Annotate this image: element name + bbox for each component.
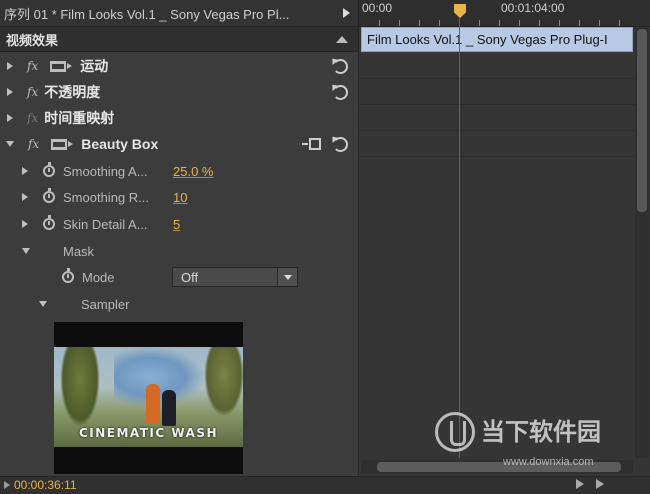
thumbnail-figure xyxy=(146,384,160,424)
sampler-label: Sampler xyxy=(81,296,130,312)
collapse-up-icon[interactable] xyxy=(336,35,348,43)
ruler-label: 00:00 xyxy=(362,1,393,15)
thumbnail-figure xyxy=(162,390,176,426)
time-ruler[interactable]: 00:00 00:01:04:00 xyxy=(359,0,650,27)
effect-controls-panel: 序列 01 * Film Looks Vol.1 _ Sony Vegas Pr… xyxy=(0,0,358,494)
collapse-triangle-icon[interactable] xyxy=(6,141,14,147)
watermark-url: www.downxia.com xyxy=(503,456,594,468)
param-value[interactable]: 10 xyxy=(173,190,187,205)
sampler-group-row[interactable]: Sampler xyxy=(0,291,358,317)
sequence-tab-header[interactable]: 序列 01 * Film Looks Vol.1 _ Sony Vegas Pr… xyxy=(0,0,358,27)
vertical-scrollbar-thumb[interactable] xyxy=(637,29,647,212)
timeline-panel: 00:00 00:01:04:00 Film Looks Vol.1 _ Son… xyxy=(358,0,650,476)
mask-group-row[interactable]: Mask xyxy=(0,238,358,264)
video-effects-header[interactable]: 视频效果 xyxy=(0,27,358,52)
playhead-line[interactable] xyxy=(459,18,460,458)
ruler-label: 00:01:04:00 xyxy=(501,1,565,15)
play-arrow-icon[interactable] xyxy=(343,8,350,18)
expand-triangle-icon[interactable] xyxy=(22,220,28,228)
thumbnail-tree xyxy=(60,347,100,427)
stopwatch-icon[interactable] xyxy=(62,268,74,283)
effect-row-opacity[interactable]: fx 不透明度 xyxy=(0,79,358,105)
param-row-smoothing-radius[interactable]: Smoothing R... 10 xyxy=(0,184,358,210)
film-effect-icon xyxy=(51,138,74,150)
collapse-triangle-icon[interactable] xyxy=(22,248,30,254)
expand-triangle-icon[interactable] xyxy=(7,62,13,70)
play-small-icon[interactable] xyxy=(4,481,10,489)
expand-triangle-icon[interactable] xyxy=(22,167,28,175)
param-label: Skin Detail A... xyxy=(63,216,148,232)
thumbnail-tree xyxy=(204,347,243,417)
effect-name: 运动 xyxy=(80,58,109,74)
effect-name: 不透明度 xyxy=(44,84,101,100)
sampler-thumbnail[interactable]: CINEMATIC WASH xyxy=(54,322,243,474)
expand-triangle-icon[interactable] xyxy=(7,88,13,96)
mode-label: Mode xyxy=(82,269,115,285)
stopwatch-icon[interactable] xyxy=(43,162,55,177)
reset-icon[interactable] xyxy=(333,59,348,74)
stopwatch-icon[interactable] xyxy=(43,215,55,230)
stopwatch-icon[interactable] xyxy=(43,188,55,203)
mode-dropdown[interactable]: Off xyxy=(172,267,298,287)
keyframe-panel-icon[interactable] xyxy=(302,138,322,150)
step-forward-icon[interactable] xyxy=(596,479,604,489)
watermark: 当下软件园 www.downxia.com xyxy=(435,412,601,468)
thumbnail-caption: CINEMATIC WASH xyxy=(78,426,219,440)
expand-triangle-icon[interactable] xyxy=(22,193,28,201)
effect-name: Beauty Box xyxy=(81,136,159,152)
fx-badge-icon[interactable]: fx xyxy=(27,85,38,99)
param-label: Smoothing R... xyxy=(63,189,149,205)
sequence-title: 序列 01 * Film Looks Vol.1 _ Sony Vegas Pr… xyxy=(4,6,290,22)
param-value[interactable]: 5 xyxy=(173,217,180,232)
playhead-handle[interactable] xyxy=(454,4,466,18)
current-timecode[interactable]: 00:00:36:11 xyxy=(14,478,77,492)
effect-row-beauty-box[interactable]: fx Beauty Box xyxy=(0,131,358,157)
effect-row-time-remap[interactable]: fx 时间重映射 xyxy=(0,105,358,131)
mode-dropdown-value: Off xyxy=(181,269,199,285)
fx-badge-icon: fx xyxy=(27,111,39,125)
reset-icon[interactable] xyxy=(333,85,348,100)
play-icon[interactable] xyxy=(576,479,584,489)
film-effect-icon xyxy=(50,60,73,72)
effect-name: 时间重映射 xyxy=(44,110,115,126)
param-value[interactable]: 25.0 % xyxy=(173,164,213,179)
chevron-down-icon[interactable] xyxy=(277,268,297,286)
playback-controls xyxy=(576,479,604,489)
param-label: Smoothing A... xyxy=(63,163,148,179)
video-effects-title: 视频效果 xyxy=(6,32,59,48)
param-row-smoothing-amount[interactable]: Smoothing A... 25.0 % xyxy=(0,158,358,184)
reset-icon[interactable] xyxy=(333,137,348,152)
expand-triangle-icon[interactable] xyxy=(7,114,13,122)
clip-name: Film Looks Vol.1 _ Sony Vegas Pro Plug-I xyxy=(367,32,608,47)
fx-badge-icon[interactable]: fx xyxy=(27,59,38,73)
vertical-scrollbar[interactable] xyxy=(635,27,649,458)
param-row-skin-detail[interactable]: Skin Detail A... 5 xyxy=(0,211,358,237)
mask-label: Mask xyxy=(63,243,95,259)
timecode-display[interactable]: 00:00:36:11 xyxy=(4,478,77,492)
timeline-clip[interactable]: Film Looks Vol.1 _ Sony Vegas Pro Plug-I xyxy=(361,27,633,52)
watermark-logo-icon xyxy=(435,412,475,452)
fx-badge-icon[interactable]: fx xyxy=(28,137,39,151)
collapse-triangle-icon[interactable] xyxy=(39,301,47,307)
watermark-name: 当下软件园 xyxy=(481,418,601,446)
bottom-bar xyxy=(0,476,650,494)
effect-row-motion[interactable]: fx 运动 xyxy=(0,53,358,79)
